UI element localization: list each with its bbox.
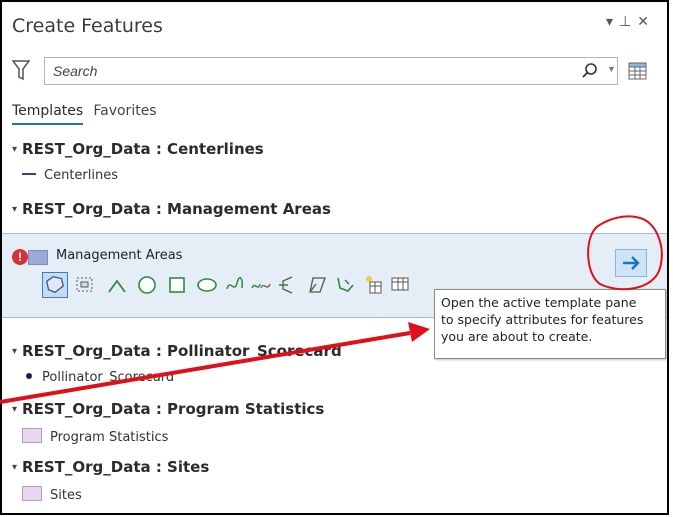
pane-window-controls[interactable]: ▾⊥✕ bbox=[606, 13, 655, 30]
chevron-down-icon[interactable]: ▾ bbox=[12, 346, 17, 357]
pane-options-icon[interactable]: ▾ bbox=[606, 13, 619, 29]
arrow-right-icon bbox=[623, 256, 640, 270]
polygon-tool-icon[interactable] bbox=[42, 272, 68, 298]
chevron-down-icon[interactable]: ▾ bbox=[12, 462, 17, 473]
tooltip: Open the active template pane to specify… bbox=[434, 289, 666, 359]
template-label: Centerlines bbox=[44, 168, 118, 183]
warning-icon: ! bbox=[12, 249, 28, 265]
group-header-program-statistics[interactable]: ▾ REST_Org_Data : Program Statistics bbox=[12, 400, 324, 418]
create-features-pane: Create Features ▾⊥✕ ▼ Templates Favori bbox=[0, 0, 669, 515]
stream-tool-icon[interactable] bbox=[332, 272, 358, 298]
tab-templates[interactable]: Templates bbox=[12, 103, 84, 125]
trace-tool-icon[interactable] bbox=[248, 272, 274, 298]
arc-tool-icon[interactable] bbox=[104, 272, 130, 298]
group-label: REST_Org_Data : Management Areas bbox=[22, 200, 331, 218]
split-tool-icon[interactable] bbox=[274, 272, 300, 298]
pin-icon[interactable]: ⊥ bbox=[619, 13, 637, 29]
template-item-centerlines[interactable]: Centerlines bbox=[22, 168, 118, 183]
chevron-down-icon[interactable]: ▾ bbox=[12, 144, 17, 155]
group-header-centerlines[interactable]: ▾ REST_Org_Data : Centerlines bbox=[12, 140, 264, 158]
group-header-pollinator-scorecard[interactable]: ▾ REST_Org_Data : Pollinator_Scorecard bbox=[12, 342, 342, 360]
search-options-dropdown-icon[interactable]: ▼ bbox=[607, 64, 616, 74]
polygon-symbol-icon bbox=[28, 250, 48, 265]
freehand-tool-icon[interactable] bbox=[222, 272, 248, 298]
line-symbol-icon bbox=[22, 173, 36, 175]
group-label: REST_Org_Data : Program Statistics bbox=[22, 400, 325, 418]
tooltip-line: Open the active template pane bbox=[441, 295, 637, 310]
point-symbol-icon bbox=[26, 373, 32, 379]
template-label: Pollinator_Scorecard bbox=[42, 370, 175, 385]
group-label: REST_Org_Data : Centerlines bbox=[22, 140, 264, 158]
right-angle-tool-icon[interactable] bbox=[304, 272, 330, 298]
rectangle-tool-icon[interactable] bbox=[164, 272, 190, 298]
tooltip-line: to specify attributes for features bbox=[441, 312, 644, 327]
rectangle-select-tool-icon[interactable] bbox=[72, 272, 98, 298]
search-row: ▼ bbox=[2, 57, 667, 89]
table-tool-icon[interactable] bbox=[388, 272, 414, 298]
chevron-down-icon[interactable]: ▾ bbox=[12, 404, 17, 415]
manage-templates-icon[interactable] bbox=[627, 60, 649, 82]
autocomplete-tool-icon[interactable] bbox=[360, 272, 386, 298]
template-item-sites[interactable]: Sites bbox=[22, 486, 82, 503]
template-item-pollinator-scorecard[interactable]: Pollinator_Scorecard bbox=[22, 370, 174, 385]
template-item-program-statistics[interactable]: Program Statistics bbox=[22, 428, 168, 445]
polygon-symbol-icon bbox=[22, 486, 42, 501]
template-label: Program Statistics bbox=[50, 430, 169, 445]
template-label-management-areas[interactable]: Management Areas bbox=[56, 248, 182, 263]
pane-title: Create Features bbox=[12, 15, 163, 37]
search-icon[interactable] bbox=[581, 62, 599, 80]
filter-icon[interactable] bbox=[12, 59, 30, 81]
open-active-template-button[interactable] bbox=[615, 249, 647, 277]
close-icon[interactable]: ✕ bbox=[637, 13, 655, 29]
group-header-sites[interactable]: ▾ REST_Org_Data : Sites bbox=[12, 458, 209, 476]
ellipse-tool-icon[interactable] bbox=[194, 272, 220, 298]
tooltip-line: you are about to create. bbox=[441, 329, 593, 344]
group-header-management-areas[interactable]: ▾ REST_Org_Data : Management Areas bbox=[12, 200, 331, 218]
template-label: Sites bbox=[50, 488, 82, 503]
group-label: REST_Org_Data : Sites bbox=[22, 458, 210, 476]
search-input[interactable] bbox=[53, 62, 533, 80]
tab-favorites[interactable]: Favorites bbox=[93, 103, 156, 123]
circle-tool-icon[interactable] bbox=[134, 272, 160, 298]
pane-title-bar: Create Features ▾⊥✕ bbox=[2, 2, 667, 48]
chevron-down-icon[interactable]: ▾ bbox=[12, 204, 17, 215]
group-label: REST_Org_Data : Pollinator_Scorecard bbox=[22, 342, 342, 360]
template-tabs: Templates Favorites bbox=[12, 102, 163, 125]
search-box[interactable]: ▼ bbox=[44, 57, 618, 85]
polygon-symbol-icon bbox=[22, 428, 42, 443]
